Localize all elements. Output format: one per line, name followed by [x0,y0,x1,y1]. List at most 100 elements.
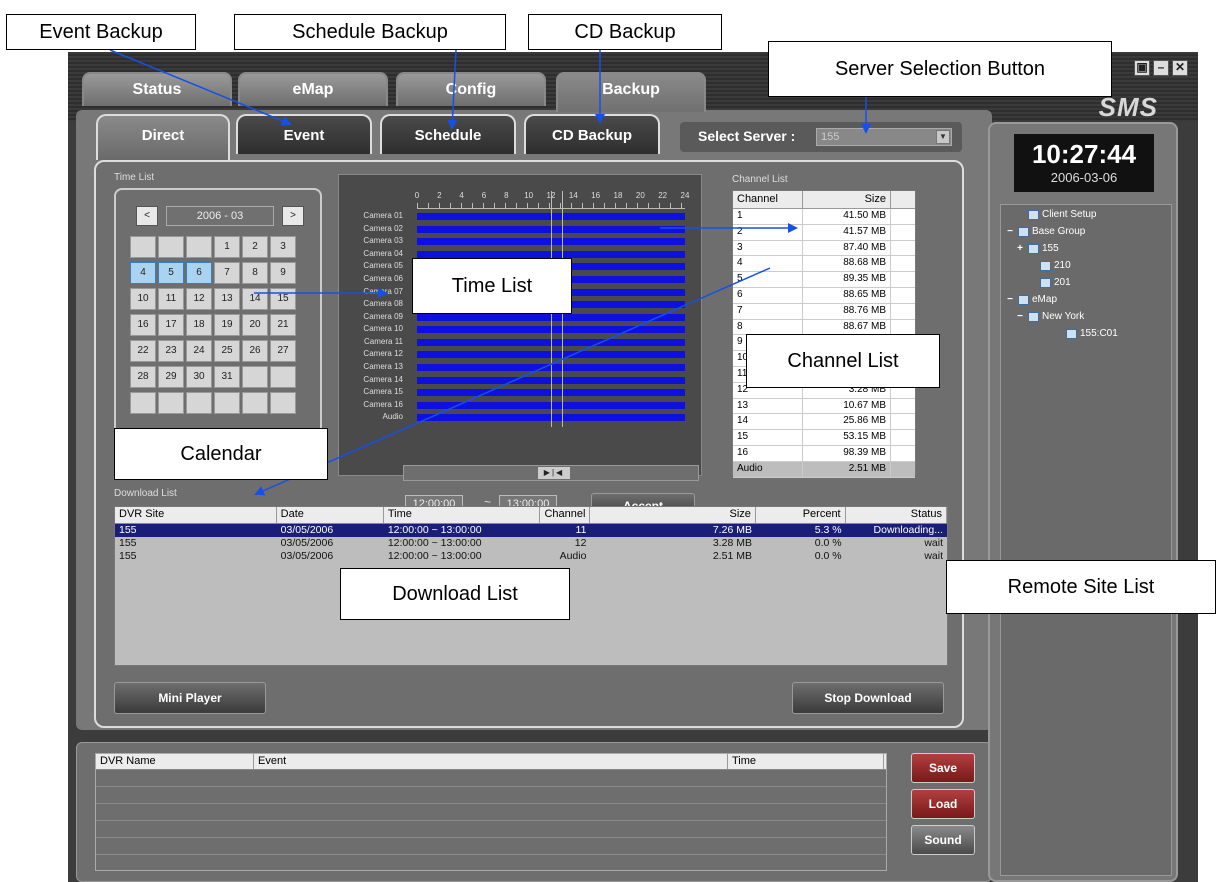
column-header[interactable]: Time [384,507,540,523]
channel-row[interactable]: 7 88.76 MB [733,303,915,320]
calendar-day[interactable]: 28 [130,366,156,388]
channel-row[interactable]: 5 89.35 MB [733,272,915,288]
download-row[interactable]: 155 03/05/2006 12:00:00 ~ 13:00:00 11 7.26 M… [115,524,947,537]
channel-row[interactable]: 15 53.15 MB [733,430,915,446]
column-header[interactable]: DVR Site [115,507,277,523]
tree-item[interactable]: 201 [1027,277,1071,288]
event-row[interactable] [96,770,886,787]
column-header[interactable]: Size [803,191,891,208]
minimize-icon[interactable]: – [1153,60,1169,76]
tab-schedule[interactable]: Schedule [380,114,516,154]
next-month-button[interactable]: > [282,206,304,226]
tab-cd-backup[interactable]: CD Backup [524,114,660,154]
channel-row[interactable]: 8 88.67 MB [733,319,915,336]
column-header[interactable]: Event [254,754,728,769]
tab-event[interactable]: Event [236,114,372,154]
tab-status[interactable]: Status [82,72,232,106]
chevron-down-icon[interactable]: ▼ [936,130,950,144]
calendar-day[interactable]: 5 [158,262,184,284]
event-row[interactable] [96,787,886,804]
tree-item[interactable]: 210 [1027,260,1071,271]
prev-month-button[interactable]: < [136,206,158,226]
tree-item[interactable]: Client Setup [1015,209,1096,220]
download-row[interactable]: 155 03/05/2006 12:00:00 ~ 13:00:00 12 3.28 M… [115,537,947,550]
column-header[interactable]: Channel [540,507,591,523]
calendar-day[interactable]: 20 [242,314,268,336]
calendar-day[interactable]: 12 [186,288,212,310]
calendar-day[interactable]: 26 [242,340,268,362]
calendar-day[interactable]: 11 [158,288,184,310]
calendar-day[interactable]: 15 [270,288,296,310]
timeline: 024681012141618202224 Camera 01Camera 02… [338,174,702,519]
tab-direct[interactable]: Direct [96,114,230,160]
download-row[interactable]: 155 03/05/2006 12:00:00 ~ 13:00:00 Audio 2.5… [115,550,947,563]
calendar-day[interactable]: 23 [158,340,184,362]
column-header[interactable]: Date [277,507,384,523]
stop-download-button[interactable]: Stop Download [792,682,944,714]
tree-expander-icon[interactable]: − [1015,311,1025,322]
tree-item[interactable]: − New York [1015,311,1084,322]
timeline-scrollbar[interactable]: ▶|◀ [403,465,699,481]
tree-item[interactable]: 155:C01 [1053,328,1118,339]
tree-item[interactable]: − eMap [1005,294,1057,305]
mini-player-button[interactable]: Mini Player [114,682,266,714]
channel-row[interactable]: 1 41.50 MB [733,209,915,225]
column-header[interactable]: DVR Name [96,754,254,769]
event-row[interactable] [96,821,886,838]
channel-row[interactable]: 2 41.57 MB [733,224,915,241]
calendar-day[interactable]: 19 [214,314,240,336]
calendar-day[interactable]: 2 [242,236,268,258]
calendar-day[interactable]: 8 [242,262,268,284]
tree-item[interactable]: − Base Group [1005,226,1085,237]
channel-row[interactable]: 13 10.67 MB [733,398,915,415]
save-button[interactable]: Save [911,753,975,783]
tab-backup[interactable]: Backup [556,72,706,112]
column-header[interactable]: Size [590,507,756,523]
calendar-day[interactable]: 9 [270,262,296,284]
calendar-day[interactable]: 30 [186,366,212,388]
channel-row[interactable]: 14 25.86 MB [733,414,915,431]
column-header[interactable]: Percent [756,507,846,523]
load-button[interactable]: Load [911,789,975,819]
tree-item[interactable]: +155 [1015,243,1059,254]
event-row[interactable] [96,838,886,855]
column-header[interactable]: Time [728,754,884,769]
restore-icon[interactable]: ▣ [1134,60,1150,76]
calendar-day[interactable]: 4 [130,262,156,284]
calendar-day[interactable]: 7 [214,262,240,284]
calendar-day[interactable]: 22 [130,340,156,362]
tab-config[interactable]: Config [396,72,546,106]
tree-expander-icon[interactable]: + [1015,243,1025,254]
calendar-day[interactable]: 14 [242,288,268,310]
event-row[interactable] [96,804,886,821]
column-header[interactable]: Channel [733,191,803,208]
calendar-day-empty [270,392,296,414]
sound-button[interactable]: Sound [911,825,975,855]
calendar-day[interactable]: 27 [270,340,296,362]
channel-row[interactable]: 3 87.40 MB [733,240,915,257]
close-icon[interactable]: ✕ [1172,60,1188,76]
calendar-day[interactable]: 17 [158,314,184,336]
tree-expander-icon[interactable]: − [1005,294,1015,305]
calendar-day[interactable]: 16 [130,314,156,336]
calendar-day[interactable]: 21 [270,314,296,336]
calendar-day[interactable]: 13 [214,288,240,310]
tree-expander-icon[interactable]: − [1005,226,1015,237]
channel-row[interactable]: 4 88.68 MB [733,256,915,273]
calendar-day[interactable]: 24 [186,340,212,362]
calendar-day[interactable]: 3 [270,236,296,258]
channel-row[interactable]: 16 98.39 MB [733,445,915,462]
channel-row[interactable]: 6 88.65 MB [733,287,915,304]
calendar-day[interactable]: 31 [214,366,240,388]
calendar-day[interactable]: 10 [130,288,156,310]
channel-row[interactable]: Audio 2.51 MB [733,461,915,478]
server-dropdown[interactable]: 155 ▼ [816,128,952,146]
calendar-day[interactable]: 1 [214,236,240,258]
column-header[interactable]: Status [846,507,947,523]
tab-emap[interactable]: eMap [238,72,388,106]
scroll-thumb[interactable]: ▶|◀ [538,467,570,479]
calendar-day[interactable]: 18 [186,314,212,336]
calendar-day[interactable]: 29 [158,366,184,388]
calendar-day[interactable]: 25 [214,340,240,362]
calendar-day[interactable]: 6 [186,262,212,284]
